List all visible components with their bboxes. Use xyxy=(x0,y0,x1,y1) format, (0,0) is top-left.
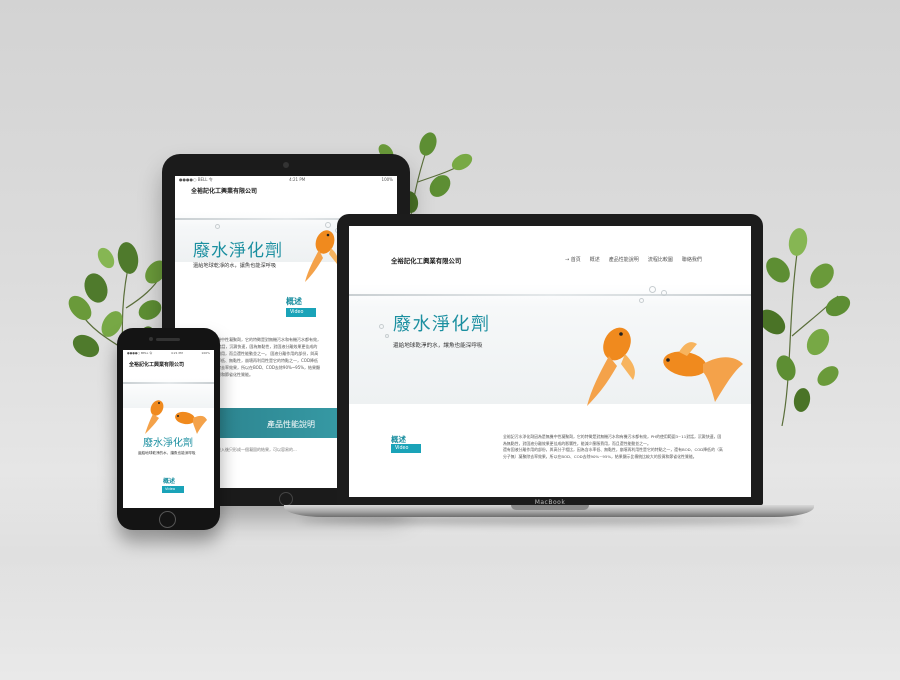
status-time: 4:21 PM xyxy=(170,351,183,355)
tablet-statusbar: ●●●●○ BELL 令 4:21 PM 100% xyxy=(175,176,397,184)
tablet-camera xyxy=(283,162,289,168)
main-nav: → 首頁 概述 產品性能說明 流程比較圖 聯絡我們 xyxy=(565,256,702,263)
phone-speaker xyxy=(156,338,180,341)
water-line xyxy=(123,382,214,384)
laptop-screen: 全裕記化工興業有限公司 → 首頁 概述 產品性能說明 流程比較圖 聯絡我們 廢水… xyxy=(349,226,751,497)
overview-heading: 概述 xyxy=(286,297,302,306)
bubble xyxy=(649,286,656,293)
bubble xyxy=(639,298,644,303)
water-line xyxy=(349,294,751,296)
performance-heading: 產品性能說明 xyxy=(267,420,315,429)
bubble xyxy=(379,324,384,329)
laptop-notch xyxy=(511,505,589,510)
nav-contact[interactable]: 聯絡我們 xyxy=(682,256,702,263)
laptop-device: 全裕記化工興業有限公司 → 首頁 概述 產品性能說明 流程比較圖 聯絡我們 廢水… xyxy=(337,214,763,506)
right-plant xyxy=(758,228,851,426)
phone-home-button[interactable] xyxy=(159,511,176,528)
nav-performance[interactable]: 產品性能說明 xyxy=(609,256,639,263)
overview-paragraph: 全裕記污水淨化劑因為是無機中性凝聚劑，它的特徵是對無機污水和有機污水都有效，PH… xyxy=(503,434,723,459)
hero-title: 廢水淨化劑 xyxy=(393,314,491,335)
company-name[interactable]: 全裕記化工興業有限公司 xyxy=(129,361,184,368)
bubble xyxy=(215,224,220,229)
goldfish-image xyxy=(145,400,207,434)
goldfish-image xyxy=(587,327,743,406)
nav-process[interactable]: 流程比較圖 xyxy=(648,256,673,263)
status-battery: 100% xyxy=(381,177,393,182)
phone-statusbar: ●●●●○ BELL 令 4:21 PM 100% xyxy=(123,350,214,356)
company-name[interactable]: 全裕記化工興業有限公司 xyxy=(391,256,461,265)
status-battery: 100% xyxy=(201,351,210,355)
status-carrier: ●●●●○ BELL 令 xyxy=(127,351,153,355)
video-button[interactable]: Video xyxy=(162,486,184,493)
nav-overview[interactable]: 概述 xyxy=(590,256,600,263)
phone-device: ●●●●○ BELL 令 4:21 PM 100% 全裕記化工興業有限公司 廢水… xyxy=(117,328,220,530)
status-time: 4:21 PM xyxy=(289,177,306,182)
company-name[interactable]: 全裕記化工興業有限公司 xyxy=(191,186,257,195)
video-button[interactable]: Video xyxy=(286,308,316,317)
bubble xyxy=(385,334,389,338)
overview-heading: 概述 xyxy=(163,478,176,485)
tablet-home-button[interactable] xyxy=(279,492,293,506)
phone-screen: ●●●●○ BELL 令 4:21 PM 100% 全裕記化工興業有限公司 廢水… xyxy=(123,350,214,508)
status-carrier: ●●●●○ BELL 令 xyxy=(179,177,213,182)
hero-title: 廢水淨化劑 xyxy=(193,241,283,261)
video-button[interactable]: Video xyxy=(391,444,421,453)
hero-title: 廢水淨化劑 xyxy=(143,438,193,449)
phone-camera xyxy=(149,337,153,341)
hero-subtitle: 還給地球乾淨的水，讓魚也能深呼吸 xyxy=(393,343,483,349)
bubble xyxy=(661,290,667,296)
hero-subtitle: 還給地球乾淨的水，讓魚也能深呼吸 xyxy=(193,263,277,269)
nav-home[interactable]: → 首頁 xyxy=(565,256,581,263)
hero-subtitle: 還給地球乾淨的水，讓魚也能深呼吸 xyxy=(138,451,196,455)
